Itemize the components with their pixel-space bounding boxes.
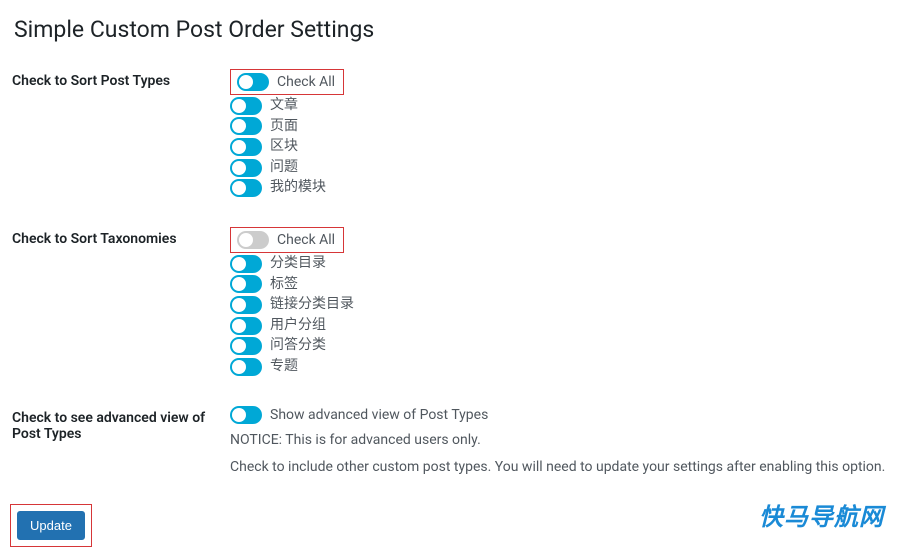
taxonomy-label-2: 链接分类目录: [270, 295, 354, 315]
taxonomy-item: 用户分组: [230, 316, 888, 336]
submit-highlight: Update: [10, 504, 92, 547]
section-taxonomies-label: Check to Sort Taxonomies: [0, 215, 220, 394]
post-types-check-all-label: Check All: [277, 74, 335, 90]
section-advanced: Check to see advanced view of Post Types…: [0, 394, 898, 494]
taxonomies-check-all-toggle[interactable]: [237, 231, 269, 249]
toggle-post-type-1[interactable]: [230, 117, 262, 135]
post-type-item: 我的模块: [230, 178, 888, 198]
section-post-types: Check to Sort Post Types Check All 文章 页面…: [0, 57, 898, 215]
toggle-taxonomy-1[interactable]: [230, 275, 262, 293]
advanced-notice-1: NOTICE: This is for advanced users only.: [230, 429, 888, 451]
toggle-advanced-view[interactable]: [230, 406, 262, 424]
taxonomy-label-0: 分类目录: [270, 254, 326, 274]
post-types-check-all-highlight: Check All: [230, 69, 344, 95]
toggle-post-type-2[interactable]: [230, 138, 262, 156]
watermark-text: 快马导航网: [759, 497, 884, 532]
advanced-notice-2: Check to include other custom post types…: [230, 456, 888, 478]
toggle-taxonomy-0[interactable]: [230, 255, 262, 273]
toggle-post-type-0[interactable]: [230, 97, 262, 115]
taxonomies-check-all-highlight: Check All: [230, 227, 344, 253]
update-button[interactable]: Update: [17, 511, 85, 540]
taxonomy-item: 专题: [230, 357, 888, 377]
toggle-taxonomy-5[interactable]: [230, 358, 262, 376]
taxonomy-item: 链接分类目录: [230, 295, 888, 315]
section-advanced-label: Check to see advanced view of Post Types: [0, 394, 220, 494]
section-post-types-label: Check to Sort Post Types: [0, 57, 220, 215]
post-type-label-3: 问题: [270, 158, 298, 178]
post-type-item: 文章: [230, 96, 888, 116]
post-type-item: 区块: [230, 137, 888, 157]
taxonomy-label-1: 标签: [270, 275, 298, 295]
taxonomy-item: 标签: [230, 275, 888, 295]
toggle-post-type-3[interactable]: [230, 159, 262, 177]
toggle-taxonomy-3[interactable]: [230, 317, 262, 335]
post-type-label-4: 我的模块: [270, 178, 326, 198]
settings-table: Check to Sort Post Types Check All 文章 页面…: [0, 57, 898, 494]
page-title: Simple Custom Post Order Settings: [0, 0, 898, 57]
taxonomy-label-4: 问答分类: [270, 336, 326, 356]
post-type-item: 问题: [230, 158, 888, 178]
advanced-toggle-row: Show advanced view of Post Types: [230, 406, 888, 426]
toggle-taxonomy-4[interactable]: [230, 337, 262, 355]
toggle-post-type-4[interactable]: [230, 179, 262, 197]
taxonomy-label-5: 专题: [270, 357, 298, 377]
advanced-toggle-label: Show advanced view of Post Types: [270, 406, 488, 426]
taxonomy-item: 分类目录: [230, 254, 888, 274]
post-type-label-2: 区块: [270, 137, 298, 157]
post-type-label-1: 页面: [270, 117, 298, 137]
post-type-item: 页面: [230, 117, 888, 137]
post-type-label-0: 文章: [270, 96, 298, 116]
section-taxonomies: Check to Sort Taxonomies Check All 分类目录 …: [0, 215, 898, 394]
toggle-taxonomy-2[interactable]: [230, 296, 262, 314]
taxonomy-item: 问答分类: [230, 336, 888, 356]
taxonomies-check-all-label: Check All: [277, 232, 335, 248]
taxonomy-label-3: 用户分组: [270, 316, 326, 336]
post-types-check-all-toggle[interactable]: [237, 73, 269, 91]
